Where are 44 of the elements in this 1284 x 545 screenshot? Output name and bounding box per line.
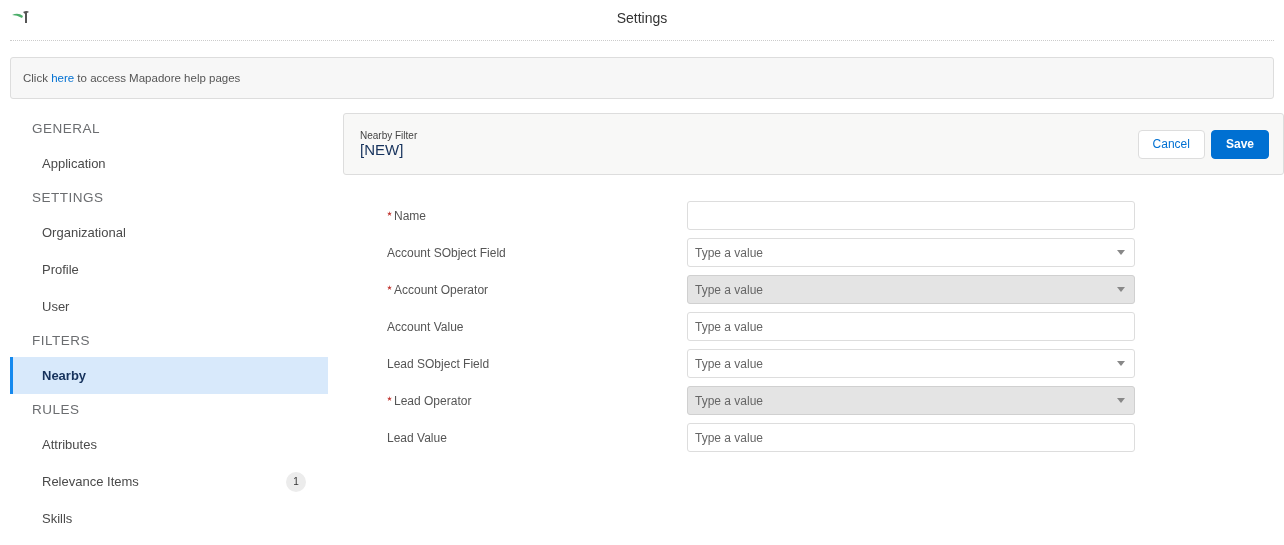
field-label: Account Operator: [394, 282, 489, 297]
section-heading: FILTERS: [31, 332, 91, 350]
item-label: Application: [42, 156, 106, 171]
field-label: Account Value: [387, 319, 464, 334]
field-label: Account SObject Field: [387, 245, 506, 260]
cancel-button[interactable]: Cancel: [1137, 129, 1205, 159]
combobox-field[interactable]: Type a value: [687, 238, 1135, 267]
sidebar-item[interactable]: Relevance Items 1: [10, 463, 328, 500]
input-field[interactable]: [687, 201, 1135, 230]
item-label: Profile: [42, 262, 79, 277]
field-label: Name: [394, 208, 426, 223]
help-text: Click here to access Mapadore help pages: [23, 72, 241, 84]
item-label: Organizational: [42, 225, 126, 240]
sidebar-item[interactable]: User: [10, 288, 328, 325]
section-heading: SETTINGS: [31, 189, 105, 207]
item-label: Nearby: [42, 368, 87, 383]
sidebar-item[interactable]: Nearby: [10, 357, 328, 394]
item-label: User: [42, 299, 70, 314]
item-label: Relevance Items: [42, 474, 139, 489]
section-heading: RULES: [31, 401, 81, 419]
field-label: Lead Operator: [394, 393, 472, 408]
sidebar-item[interactable]: Organizational: [10, 214, 328, 251]
caret-icon: [1117, 398, 1125, 403]
count-badge: 1: [286, 471, 306, 492]
sidebar-item[interactable]: Application: [10, 145, 328, 182]
field-label: Lead Value: [387, 430, 447, 445]
panel-title: [NEW]: [360, 141, 405, 158]
caret-icon: [1117, 287, 1125, 292]
combobox-field[interactable]: Type a value: [687, 349, 1135, 378]
panel-subtitle: Nearby Filter: [360, 130, 418, 141]
sidebar-item[interactable]: Skills: [10, 500, 328, 537]
item-label: Attributes: [42, 437, 97, 452]
sidebar-item[interactable]: Attributes: [10, 426, 328, 463]
field-label: Lead SObject Field: [387, 356, 490, 371]
sidebar-item[interactable]: Profile: [10, 251, 328, 288]
help-link[interactable]: here: [51, 72, 75, 84]
save-button[interactable]: Save: [1210, 129, 1269, 159]
caret-icon: [1117, 361, 1125, 366]
item-label: Skills: [42, 511, 73, 526]
caret-icon: [1117, 250, 1125, 255]
page-title: Settings: [616, 10, 668, 26]
section-heading: GENERAL: [31, 120, 102, 138]
input-field[interactable]: Type a value: [687, 423, 1135, 452]
input-field[interactable]: Type a value: [687, 312, 1135, 341]
